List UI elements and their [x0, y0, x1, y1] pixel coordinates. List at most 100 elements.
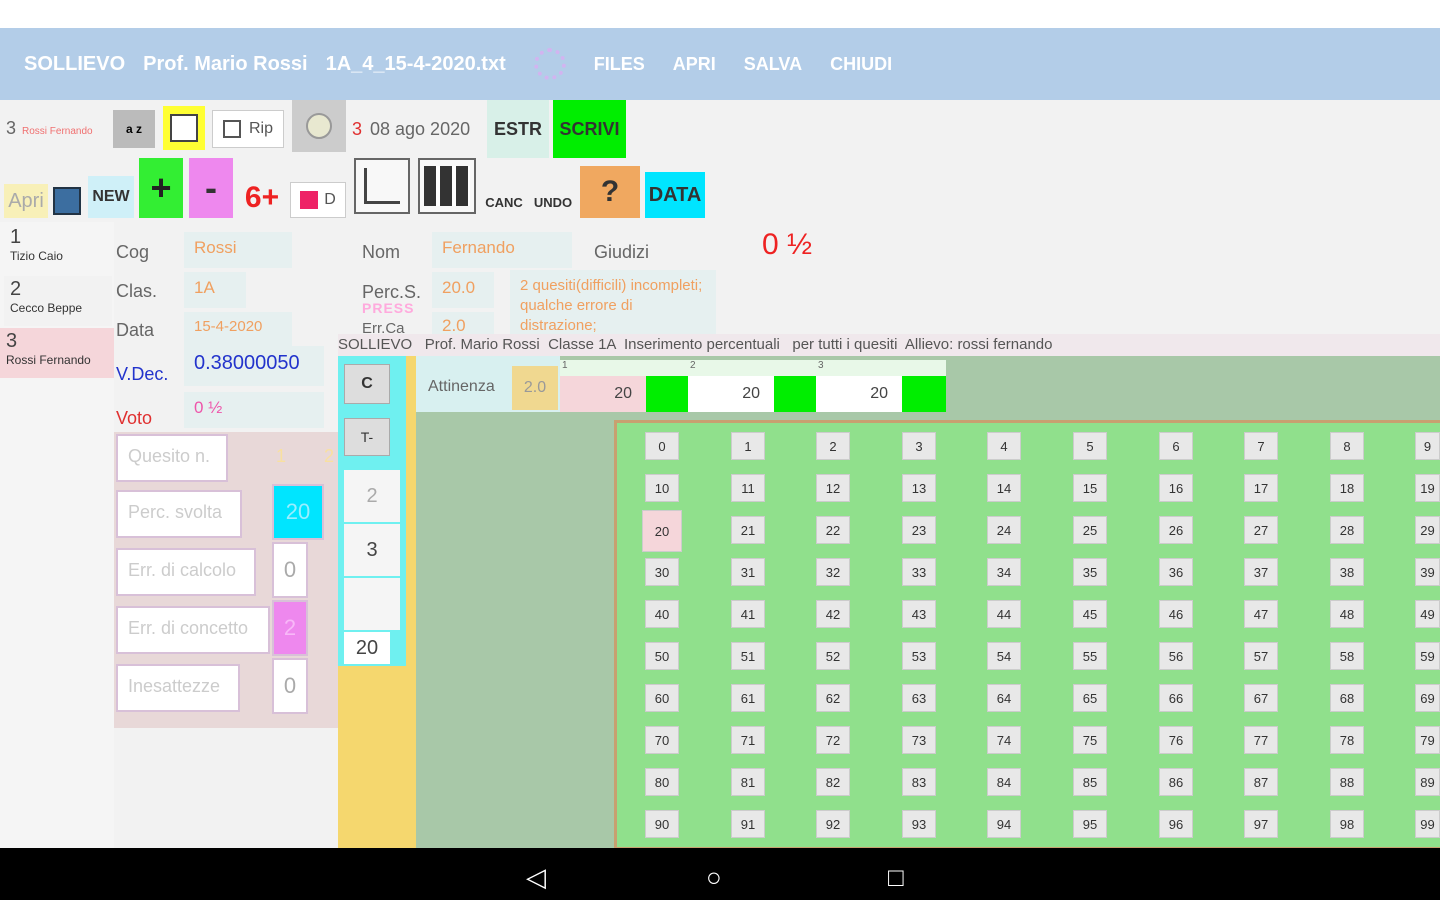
- grid-cell[interactable]: 52: [816, 642, 850, 670]
- grid-cell[interactable]: 5: [1073, 432, 1107, 460]
- grid-cell[interactable]: 93: [902, 810, 936, 838]
- home-icon[interactable]: ○: [706, 862, 722, 893]
- grid-cell[interactable]: 91: [731, 810, 765, 838]
- grid-cell[interactable]: 54: [987, 642, 1021, 670]
- grid-cell[interactable]: 57: [1244, 642, 1278, 670]
- grid-cell[interactable]: 46: [1159, 600, 1193, 628]
- grid-cell[interactable]: 68: [1330, 684, 1364, 712]
- sort-az-button[interactable]: a z: [113, 110, 155, 148]
- grid-cell[interactable]: 65: [1073, 684, 1107, 712]
- num-3-button[interactable]: 3: [344, 524, 400, 576]
- percs-field[interactable]: 20.0: [432, 272, 494, 308]
- ines-value-box[interactable]: 0: [272, 658, 308, 714]
- conc-value-box[interactable]: 2: [272, 600, 308, 656]
- perc-svolta-input[interactable]: Perc. svolta: [116, 490, 242, 538]
- grid-cell[interactable]: 14: [987, 474, 1021, 502]
- recent-apps-icon[interactable]: □: [888, 862, 904, 893]
- grid-cell[interactable]: 30: [645, 558, 679, 586]
- grid-cell[interactable]: 18: [1330, 474, 1364, 502]
- menu-files[interactable]: FILES: [594, 54, 645, 75]
- q-value-2[interactable]: 20: [688, 376, 774, 412]
- c-button[interactable]: C: [344, 364, 390, 404]
- grid-cell[interactable]: 50: [645, 642, 679, 670]
- rip-checkbox[interactable]: Rip: [212, 110, 284, 148]
- grid-cell[interactable]: 75: [1073, 726, 1107, 754]
- grid-cell[interactable]: 56: [1159, 642, 1193, 670]
- err-calcolo-input[interactable]: Err. di calcolo: [116, 548, 256, 596]
- clas-field[interactable]: 1A: [184, 272, 246, 308]
- grid-cell[interactable]: 59: [1415, 642, 1440, 670]
- six-plus-button[interactable]: 6+: [240, 178, 284, 218]
- grid-cell[interactable]: 26: [1159, 516, 1193, 544]
- grid-cell[interactable]: 70: [645, 726, 679, 754]
- grid-cell[interactable]: 13: [902, 474, 936, 502]
- keypad-button[interactable]: [418, 158, 476, 214]
- grid-cell[interactable]: 74: [987, 726, 1021, 754]
- grid-cell[interactable]: 24: [987, 516, 1021, 544]
- grid-cell[interactable]: 33: [902, 558, 936, 586]
- grid-cell[interactable]: 92: [816, 810, 850, 838]
- grid-cell[interactable]: 8: [1330, 432, 1364, 460]
- grid-cell[interactable]: 20: [642, 510, 682, 552]
- help-button[interactable]: ?: [580, 166, 640, 218]
- plus-button[interactable]: +: [139, 158, 183, 218]
- grid-cell[interactable]: 60: [645, 684, 679, 712]
- grid-cell[interactable]: 25: [1073, 516, 1107, 544]
- grid-cell[interactable]: 72: [816, 726, 850, 754]
- grid-cell[interactable]: 1: [731, 432, 765, 460]
- save-button[interactable]: [50, 184, 84, 218]
- grid-cell[interactable]: 61: [731, 684, 765, 712]
- grid-cell[interactable]: 55: [1073, 642, 1107, 670]
- grid-cell[interactable]: 28: [1330, 516, 1364, 544]
- grid-cell[interactable]: 42: [816, 600, 850, 628]
- calc-value-box[interactable]: 0: [272, 542, 308, 598]
- grid-cell[interactable]: 73: [902, 726, 936, 754]
- grid-cell[interactable]: 34: [987, 558, 1021, 586]
- grid-cell[interactable]: 66: [1159, 684, 1193, 712]
- nom-field[interactable]: Fernando: [432, 232, 572, 268]
- grid-cell[interactable]: 49: [1415, 600, 1440, 628]
- grid-icon-button[interactable]: [163, 106, 205, 150]
- quesito-input[interactable]: Quesito n.: [116, 434, 228, 482]
- grid-cell[interactable]: 79: [1415, 726, 1440, 754]
- grid-cell[interactable]: 12: [816, 474, 850, 502]
- grid-cell[interactable]: 43: [902, 600, 936, 628]
- err-concetto-input[interactable]: Err. di concetto: [116, 606, 270, 654]
- grid-cell[interactable]: 40: [645, 600, 679, 628]
- grid-cell[interactable]: 3: [902, 432, 936, 460]
- grid-cell[interactable]: 29: [1415, 516, 1440, 544]
- grid-cell[interactable]: 31: [731, 558, 765, 586]
- grid-cell[interactable]: 11: [731, 474, 765, 502]
- grid-cell[interactable]: 21: [731, 516, 765, 544]
- grid-cell[interactable]: 4: [987, 432, 1021, 460]
- grid-cell[interactable]: 90: [645, 810, 679, 838]
- grid-cell[interactable]: 23: [902, 516, 936, 544]
- grid-cell[interactable]: 87: [1244, 768, 1278, 796]
- list-item[interactable]: 3 Rossi Fernando: [0, 328, 114, 378]
- grid-cell[interactable]: 48: [1330, 600, 1364, 628]
- grid-cell[interactable]: 63: [902, 684, 936, 712]
- d-checkbox[interactable]: D: [290, 182, 346, 218]
- grid-cell[interactable]: 83: [902, 768, 936, 796]
- grid-cell[interactable]: 77: [1244, 726, 1278, 754]
- back-icon[interactable]: ◁: [526, 862, 546, 893]
- grid-cell[interactable]: 81: [731, 768, 765, 796]
- grid-cell[interactable]: 85: [1073, 768, 1107, 796]
- grid-cell[interactable]: 76: [1159, 726, 1193, 754]
- voto-field[interactable]: 0 ½: [184, 392, 324, 428]
- minus-button[interactable]: -: [189, 158, 233, 218]
- grid-cell[interactable]: 41: [731, 600, 765, 628]
- estr-button[interactable]: ESTR: [487, 100, 549, 158]
- grid-cell[interactable]: 7: [1244, 432, 1278, 460]
- inesattezze-input[interactable]: Inesattezze: [116, 664, 240, 712]
- grid-cell[interactable]: 62: [816, 684, 850, 712]
- perc-value-box[interactable]: 20: [272, 484, 324, 540]
- data-field[interactable]: 15-4-2020: [184, 312, 292, 348]
- giudizi-field[interactable]: 2 quesiti(difficili) incompleti; qualche…: [510, 270, 716, 334]
- errca-field[interactable]: 2.0: [432, 312, 494, 334]
- apri-button[interactable]: Apri: [4, 184, 48, 218]
- undo-button[interactable]: UNDO: [530, 186, 576, 218]
- grid-cell[interactable]: 10: [645, 474, 679, 502]
- grid-cell[interactable]: 67: [1244, 684, 1278, 712]
- q-value-1[interactable]: 20: [560, 376, 646, 412]
